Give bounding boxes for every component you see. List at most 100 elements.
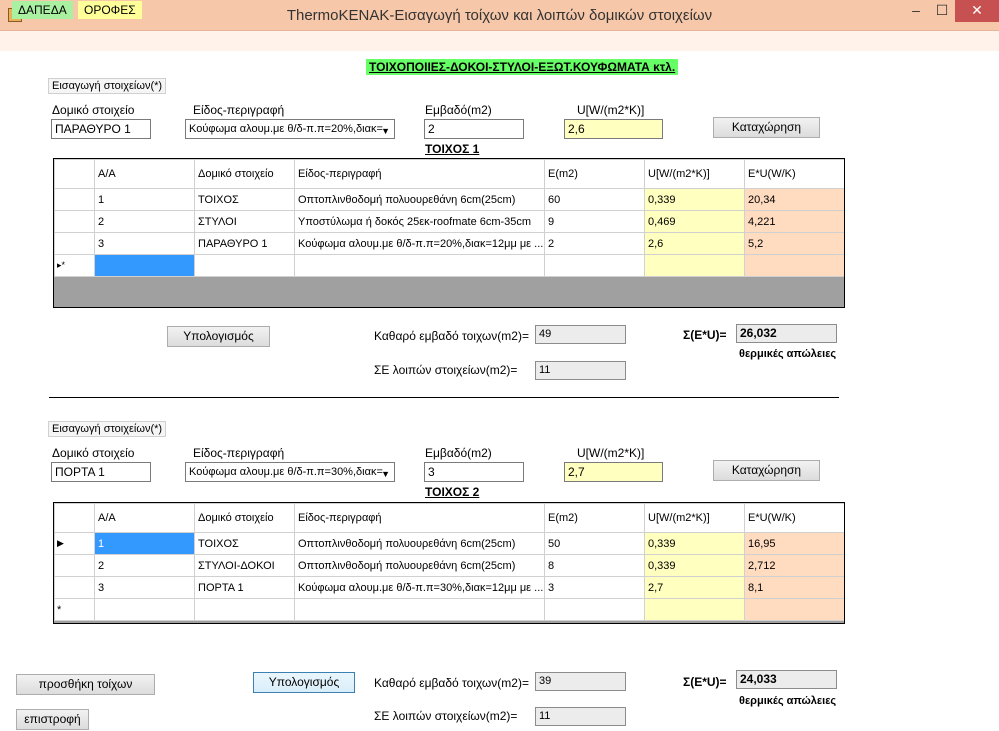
cell-aa[interactable]: 3: [94, 576, 195, 599]
cell-u[interactable]: [644, 598, 745, 621]
column-header[interactable]: Είδος-περιγραφή: [294, 159, 545, 189]
column-header[interactable]: E*U(W/K): [744, 503, 844, 533]
wall2-element-input[interactable]: ΠΟΡΤΑ 1: [51, 462, 151, 482]
cell-element[interactable]: [194, 254, 295, 277]
back-button[interactable]: επιστροφή: [16, 709, 89, 730]
cell-element[interactable]: ΣΤΥΛΟΙ: [194, 210, 295, 233]
table-row[interactable]: ▶ 1 ΤΟΙΧΟΣ Οπτοπλινθοδομή πολυουρεθάνη 6…: [54, 532, 844, 555]
column-header[interactable]: E(m2): [544, 503, 645, 533]
column-header[interactable]: U[W/(m2*K)]: [644, 503, 745, 533]
wall1-area-input[interactable]: 2: [424, 119, 524, 139]
wall1-net-area-value: 49: [535, 325, 626, 344]
current-row-marker[interactable]: ▶: [54, 532, 95, 555]
cell-eu[interactable]: 4,221: [744, 210, 844, 233]
cell-desc[interactable]: Οπτοπλινθοδομή πολυουρεθάνη 6cm(25cm): [294, 532, 545, 555]
new-row-marker[interactable]: *: [54, 598, 95, 621]
cell-desc[interactable]: Κούφωμα αλουμ.με θ/δ-π.π=30%,διακ=12μμ μ…: [294, 576, 545, 599]
cell-aa[interactable]: 3: [94, 232, 195, 255]
new-row[interactable]: ▸*: [54, 254, 844, 277]
column-header[interactable]: Α/Α: [94, 159, 195, 189]
cell-desc[interactable]: Κούφωμα αλουμ.με θ/δ-π.π=20%,διακ=12μμ μ…: [294, 232, 545, 255]
row-header[interactable]: [54, 554, 95, 577]
cell-eu[interactable]: [744, 598, 844, 621]
cell-u[interactable]: 0,339: [644, 188, 745, 211]
close-button[interactable]: ✕: [955, 0, 999, 22]
cell-element[interactable]: ΤΟΙΧΟΣ: [194, 532, 295, 555]
cell-aa[interactable]: 2: [94, 210, 195, 233]
column-header[interactable]: E(m2): [544, 159, 645, 189]
cell-desc[interactable]: Υποστύλωμα ή δοκός 25εκ-roofmate 6cm-35c…: [294, 210, 545, 233]
table-row[interactable]: 1 ΤΟΙΧΟΣ Οπτοπλινθοδομή πολυουρεθάνη 6cm…: [54, 188, 844, 211]
wall1-element-input[interactable]: ΠΑΡΑΘΥΡΟ 1: [51, 119, 151, 139]
cell-element[interactable]: ΣΤΥΛΟΙ-ΔΟΚΟΙ: [194, 554, 295, 577]
cell-element[interactable]: [194, 598, 295, 621]
wall2-type-select[interactable]: Κούφωμα αλουμ.με θ/δ-π.π=30%,διακ= ▼: [185, 462, 395, 482]
cell-element[interactable]: ΠΟΡΤΑ 1: [194, 576, 295, 599]
cell-aa[interactable]: [94, 598, 195, 621]
column-header[interactable]: Α/Α: [94, 503, 195, 533]
column-header[interactable]: Δομικό στοιχείο: [194, 503, 295, 533]
cell-aa[interactable]: 1: [94, 188, 195, 211]
cell-eu[interactable]: 2,712: [744, 554, 844, 577]
minimize-button[interactable]: –: [903, 0, 929, 22]
row-header[interactable]: [54, 232, 95, 255]
wall2-submit-button[interactable]: Καταχώρηση: [713, 460, 820, 481]
wall2-area-input[interactable]: 3: [424, 462, 524, 482]
row-header[interactable]: [54, 188, 95, 211]
cell-eu[interactable]: 20,34: [744, 188, 844, 211]
column-header[interactable]: U[W/(m2*K)]: [644, 159, 745, 189]
cell-eu[interactable]: 16,95: [744, 532, 844, 555]
menu-item-ceilings[interactable]: ΟΡΟΦΕΣ: [78, 1, 142, 19]
table-row[interactable]: 3 ΠΟΡΤΑ 1 Κούφωμα αλουμ.με θ/δ-π.π=30%,δ…: [54, 576, 844, 599]
cell-u[interactable]: 0,339: [644, 532, 745, 555]
cell-u[interactable]: 0,339: [644, 554, 745, 577]
wall2-grid[interactable]: Α/Α Δομικό στοιχείο Είδος-περιγραφή E(m2…: [53, 502, 845, 624]
cell-area[interactable]: 2: [544, 232, 645, 255]
column-header[interactable]: Δομικό στοιχείο: [194, 159, 295, 189]
wall2-calc-button[interactable]: Υπολογισμός: [253, 672, 355, 693]
cell-u[interactable]: [644, 254, 745, 277]
column-header[interactable]: E*U(W/K): [744, 159, 844, 189]
wall1-submit-button[interactable]: Καταχώρηση: [713, 117, 820, 138]
cell-eu[interactable]: 5,2: [744, 232, 844, 255]
cell-aa[interactable]: [94, 254, 195, 277]
wall1-calc-button[interactable]: Υπολογισμός: [167, 326, 270, 347]
new-row[interactable]: *: [54, 598, 844, 621]
table-row[interactable]: 2 ΣΤΥΛΟΙ-ΔΟΚΟΙ Οπτοπλινθοδομή πολυουρεθά…: [54, 554, 844, 577]
add-walls-button[interactable]: προσθήκη τοίχων: [16, 674, 155, 695]
cell-area[interactable]: 60: [544, 188, 645, 211]
wall1-u-input[interactable]: 2,6: [564, 119, 663, 139]
wall1-type-select[interactable]: Κούφωμα αλουμ.με θ/δ-π.π=20%,διακ= ▼: [185, 119, 395, 139]
new-row-marker[interactable]: ▸*: [54, 254, 95, 277]
cell-element[interactable]: ΤΟΙΧΟΣ: [194, 188, 295, 211]
wall1-group-label: Εισαγωγή στοιχείων(*): [48, 78, 167, 94]
cell-u[interactable]: 2,6: [644, 232, 745, 255]
maximize-button[interactable]: ☐: [929, 0, 955, 22]
cell-u[interactable]: 2,7: [644, 576, 745, 599]
cell-desc[interactable]: Οπτοπλινθοδομή πολυουρεθάνη 6cm(25cm): [294, 188, 545, 211]
cell-area[interactable]: 8: [544, 554, 645, 577]
cell-area[interactable]: 3: [544, 576, 645, 599]
cell-aa[interactable]: 1: [94, 532, 195, 555]
wall2-u-input[interactable]: 2,7: [564, 462, 663, 482]
cell-area[interactable]: [544, 598, 645, 621]
cell-eu[interactable]: 8,1: [744, 576, 844, 599]
cell-desc[interactable]: [294, 598, 545, 621]
cell-aa[interactable]: 2: [94, 554, 195, 577]
cell-element[interactable]: ΠΑΡΑΘΥΡΟ 1: [194, 232, 295, 255]
wall1-type-value: Κούφωμα αλουμ.με θ/δ-π.π=20%,διακ=: [189, 123, 383, 135]
cell-area[interactable]: 9: [544, 210, 645, 233]
cell-u[interactable]: 0,469: [644, 210, 745, 233]
column-header[interactable]: Είδος-περιγραφή: [294, 503, 545, 533]
table-row[interactable]: 2 ΣΤΥΛΟΙ Υποστύλωμα ή δοκός 25εκ-roofmat…: [54, 210, 844, 233]
row-header[interactable]: [54, 576, 95, 599]
cell-area[interactable]: [544, 254, 645, 277]
table-row[interactable]: 3 ΠΑΡΑΘΥΡΟ 1 Κούφωμα αλουμ.με θ/δ-π.π=20…: [54, 232, 844, 255]
row-header[interactable]: [54, 210, 95, 233]
wall1-grid[interactable]: Α/Α Δομικό στοιχείο Είδος-περιγραφή E(m2…: [53, 158, 845, 308]
cell-desc[interactable]: [294, 254, 545, 277]
cell-desc[interactable]: Οπτοπλινθοδομή πολυουρεθάνη 6cm(25cm): [294, 554, 545, 577]
cell-area[interactable]: 50: [544, 532, 645, 555]
cell-eu[interactable]: [744, 254, 844, 277]
menu-item-floors[interactable]: ΔΑΠΕΔΑ: [12, 1, 73, 19]
